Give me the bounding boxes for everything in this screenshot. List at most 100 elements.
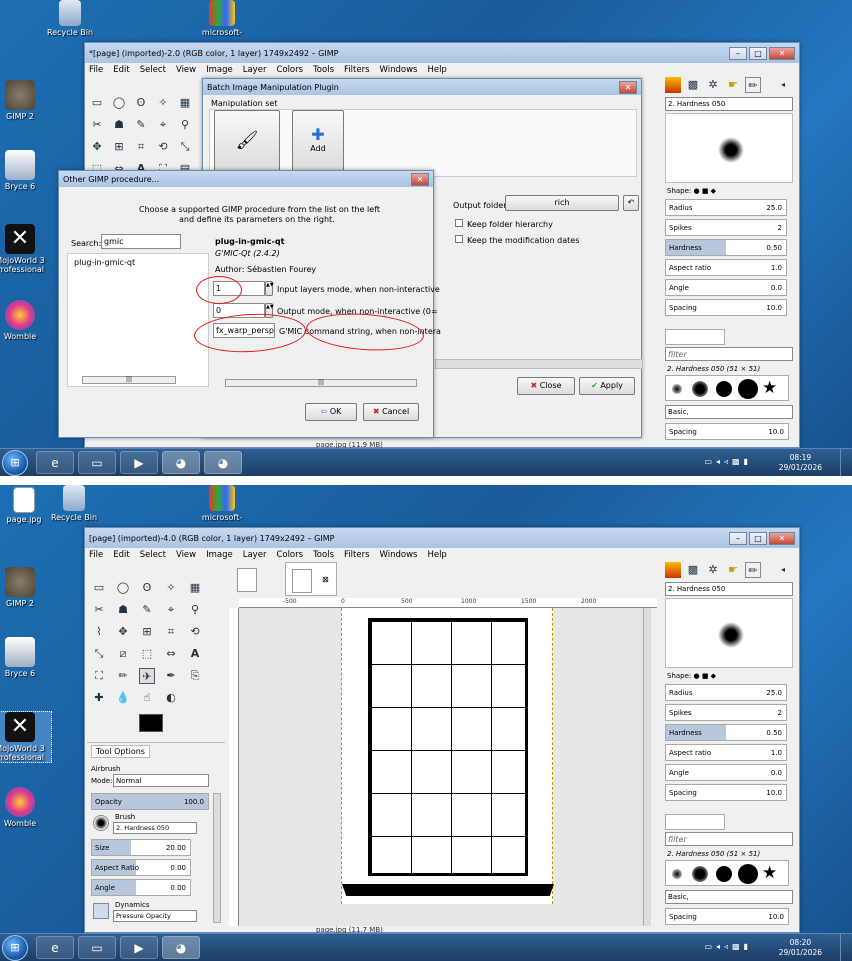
patterns-tab-icon[interactable]: ▩ [685,77,701,93]
patterns-tab-icon-2[interactable]: ▩ [685,562,701,578]
brush-filter-field[interactable]: filter [665,347,793,361]
crop-icon-2[interactable]: ⌗ [163,624,179,640]
ie-taskbar-icon[interactable]: e [36,451,74,474]
minimize-button[interactable]: – [729,46,747,60]
scissors-icon[interactable]: ✂ [89,117,105,133]
gimp-desktop-icon-2[interactable]: GIMP 2 [0,567,52,608]
tool-options-scrollbar[interactable] [213,793,221,923]
menu-layer[interactable]: Layer [243,65,267,75]
ok-button[interactable]: ⇦ OK [305,403,357,421]
tool-options-tab[interactable]: Tool Options [91,745,150,758]
align-icon-2[interactable]: ⊞ [139,624,155,640]
dynamics-value-field[interactable]: Pressure Opacity [113,910,197,922]
gradients-tab-icon[interactable]: ✲ [705,77,721,93]
procedure-list-item[interactable]: plug-in-gmic-qt [74,258,135,267]
ellipse-select-icon[interactable]: ◯ [111,95,127,111]
rotate-icon[interactable]: ⟲ [155,139,171,155]
dodge-icon-2[interactable]: ◐ [163,690,179,706]
free-select-icon-2[interactable]: ʘ [139,580,155,596]
menu-colors-2[interactable]: Colors [276,550,303,560]
image-tab-close-icon[interactable]: ⊠ [322,575,329,584]
brushes-tab-icon-2[interactable] [665,562,681,578]
menu-tools[interactable]: Tools [313,65,334,75]
param1-spinner[interactable]: ▲▼ [265,281,274,296]
brush-preset-field[interactable]: Basic, [665,405,793,419]
radius-slider-2[interactable]: Radius 25.0 [665,684,787,701]
start-button-2[interactable]: ⊞ [2,935,28,961]
recycle-bin-icon[interactable]: Recycle Bin [38,0,102,37]
menu-edit-2[interactable]: Edit [113,550,129,560]
gimp-titlebar-2[interactable]: [page] (imported)-4.0 (RGB color, 1 laye… [85,528,799,548]
keep-hierarchy-row[interactable]: Keep folder hierarchy [455,219,553,229]
menu-colors[interactable]: Colors [276,65,303,75]
explorer-taskbar-icon[interactable]: ▭ [78,451,116,474]
color-select-icon[interactable]: ▦ [177,95,193,111]
ink-icon-2[interactable]: ✒ [163,668,179,684]
brush-list-2[interactable]: ★ [665,860,789,886]
procedure-close-button[interactable]: ✕ [411,172,429,186]
minimize-button-2[interactable]: – [729,531,747,545]
ellipse-select-icon-2[interactable]: ◯ [115,580,131,596]
output-folder-button[interactable]: rich [505,195,619,211]
show-desktop-button-2[interactable] [840,934,852,961]
maximize-button[interactable]: □ [749,46,767,60]
menu-view[interactable]: View [176,65,196,75]
brush-filter-field-2[interactable]: filter [665,832,793,846]
size-slider[interactable]: Size 20.00 [91,839,191,856]
microsoft-shortcut-icon-2[interactable]: microsoft- [190,485,254,522]
foreground-select-icon-2[interactable]: ☗ [115,602,131,618]
image-canvas[interactable] [341,608,554,904]
brush-thumbnail[interactable] [93,815,109,831]
clock[interactable]: 08:19 29/01/2026 [779,453,822,473]
move-icon[interactable]: ✥ [89,139,105,155]
zoom-icon[interactable]: ⚲ [177,117,193,133]
search-input[interactable]: gmic [101,234,181,249]
move-icon-2[interactable]: ✥ [115,624,131,640]
zoom-icon-2[interactable]: ⚲ [187,602,203,618]
spikes-slider[interactable]: Spikes 2 [665,219,787,236]
paint-dynamics-tab-icon[interactable]: ✏ [745,77,761,93]
align-icon[interactable]: ⊞ [111,139,127,155]
canvas-vertical-scrollbar[interactable] [643,608,651,926]
keep-dates-checkbox[interactable] [455,235,463,243]
procedure-titlebar[interactable]: Other GIMP procedure... ✕ [59,171,433,187]
color-select-icon-2[interactable]: ▦ [187,580,203,596]
brush-view-tabs-2[interactable] [665,814,725,830]
rotate-icon-2[interactable]: ⟲ [187,624,203,640]
spacing-slider[interactable]: Spacing 10.0 [665,299,787,316]
brush-view-tabs[interactable] [665,329,725,345]
gimp2-taskbar-icon[interactable]: ◕ [204,451,242,474]
fuzzy-select-icon[interactable]: ✧ [155,95,171,111]
paths-icon-2[interactable]: ✎ [139,602,155,618]
rect-select-icon[interactable]: ▭ [89,95,105,111]
rect-select-icon-2[interactable]: ▭ [91,580,107,596]
dock-menu-icon[interactable]: ◂ [775,77,791,93]
dynamics-thumbnail[interactable] [93,903,109,919]
smudge-icon-2[interactable]: ☝ [139,690,155,706]
menu-filters-2[interactable]: Filters [344,550,369,560]
scale-icon-2[interactable]: ⤡ [91,646,107,662]
mojoworld-desktop-icon[interactable]: ✕ MojoWorld 3 Professional [0,224,52,274]
bucket-fill-icon-2[interactable]: ⛶ [91,668,107,684]
brush-name-field[interactable]: 2. Hardness 050 [665,97,793,111]
radius-slider[interactable]: Radius 25.0 [665,199,787,216]
gimp-titlebar[interactable]: *[page] (imported)-2.0 (RGB color, 1 lay… [85,43,799,63]
media-taskbar-icon[interactable]: ▶ [120,451,158,474]
params-scrollbar[interactable]: ||| [225,379,417,387]
menu-view-2[interactable]: View [176,550,196,560]
text-icon-2[interactable]: A [187,646,203,662]
cancel-button[interactable]: ✖ Cancel [363,403,419,421]
system-tray-2[interactable]: ▭◂◃▩▮ [704,942,752,951]
aspect-ratio-slider[interactable]: Aspect ratio 1.0 [665,259,787,276]
fuzzy-select-icon-2[interactable]: ✧ [163,580,179,596]
image-tab-2-active[interactable]: ⊠ [285,562,337,596]
dock-menu-icon-2[interactable]: ◂ [775,562,791,578]
menu-select[interactable]: Select [140,65,166,75]
aspect-ratio-slider-2[interactable]: Aspect ratio 1.0 [665,744,787,761]
menu-help[interactable]: Help [427,65,446,75]
blur-icon-2[interactable]: 💧 [115,690,131,706]
close-window-button[interactable]: ✕ [769,46,795,60]
bimp-close-button[interactable]: ✕ [619,80,637,94]
foreground-color-swatch[interactable] [139,714,163,732]
flip-icon-2[interactable]: ⇔ [163,646,179,662]
